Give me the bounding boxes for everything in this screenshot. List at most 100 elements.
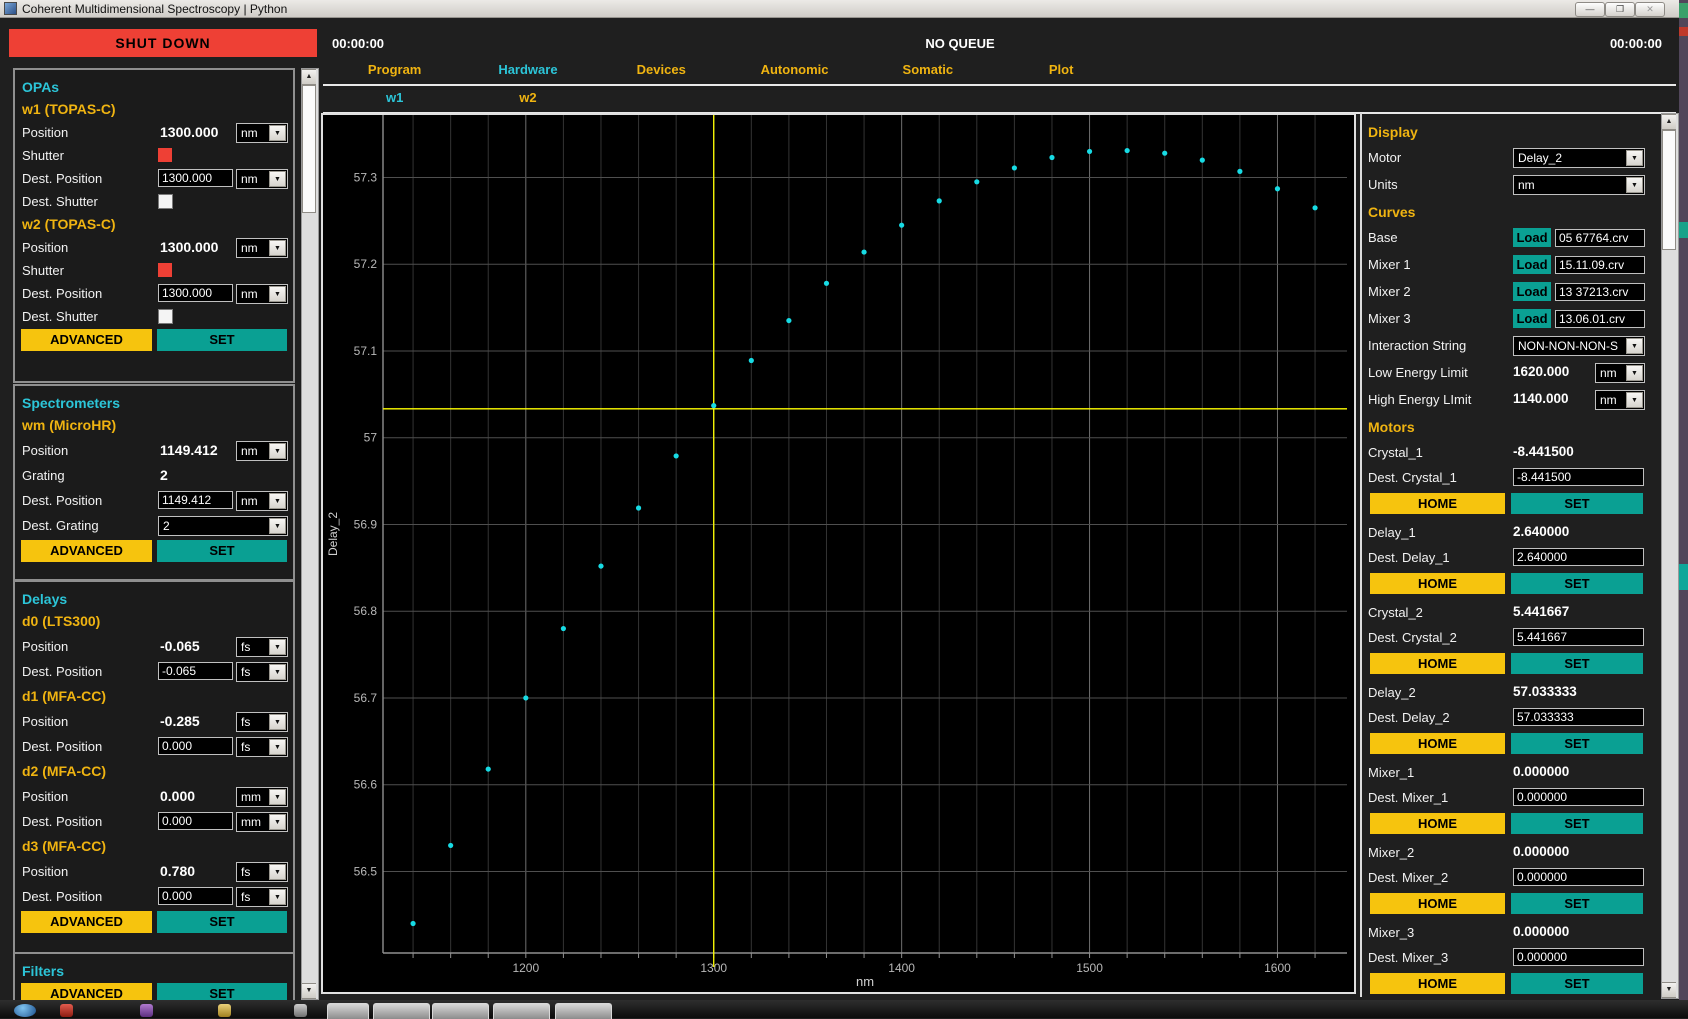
- right-scrollbar-thumb[interactable]: [1662, 130, 1676, 250]
- dest-mixer-2-input[interactable]: [1513, 868, 1644, 886]
- shut-down-button[interactable]: SHUT DOWN: [9, 29, 317, 57]
- unit-select[interactable]: mm▼: [236, 787, 288, 807]
- set-button[interactable]: SET: [1511, 733, 1643, 754]
- units-select[interactable]: nm▼: [1513, 175, 1645, 195]
- set-button[interactable]: SET: [1511, 653, 1643, 674]
- home-button[interactable]: HOME: [1370, 653, 1505, 674]
- unit-select[interactable]: fs▼: [236, 737, 288, 757]
- taskbar-button[interactable]: [373, 1003, 430, 1019]
- set-button[interactable]: SET: [1511, 893, 1643, 914]
- base-file-input[interactable]: [1555, 229, 1645, 247]
- home-button[interactable]: HOME: [1370, 733, 1505, 754]
- chevron-down-icon[interactable]: ▼: [269, 714, 286, 730]
- set-button[interactable]: SET: [157, 540, 287, 562]
- tab-plot[interactable]: Plot: [994, 62, 1127, 82]
- unit-select[interactable]: fs▼: [236, 637, 288, 657]
- chevron-down-icon[interactable]: ▼: [269, 443, 286, 459]
- mixer-1-file-input[interactable]: [1555, 256, 1645, 274]
- load-button[interactable]: Load: [1513, 255, 1551, 274]
- dest-shutter-checkbox[interactable]: [158, 194, 173, 209]
- set-button[interactable]: SET: [157, 911, 287, 933]
- tab-somatic[interactable]: Somatic: [861, 62, 994, 82]
- dest-position-input[interactable]: [158, 284, 233, 302]
- unit-select[interactable]: nm▼: [236, 238, 288, 258]
- taskbar-app-icon[interactable]: [60, 1004, 73, 1017]
- unit-select[interactable]: nm▼: [236, 441, 288, 461]
- dest-position-input[interactable]: [158, 169, 233, 187]
- unit-select[interactable]: mm▼: [236, 812, 288, 832]
- scroll-up-icon[interactable]: ▲: [1662, 114, 1676, 130]
- scroll-up-icon[interactable]: ▲: [302, 69, 316, 85]
- set-button[interactable]: SET: [1511, 493, 1643, 514]
- scroll-down-icon[interactable]: ▼: [1662, 982, 1676, 998]
- home-button[interactable]: HOME: [1370, 493, 1505, 514]
- tab-devices[interactable]: Devices: [595, 62, 728, 82]
- restore-button[interactable]: ❐: [1605, 2, 1635, 17]
- chevron-down-icon[interactable]: ▼: [269, 889, 286, 905]
- chevron-down-icon[interactable]: ▼: [1626, 150, 1643, 166]
- taskbar-button[interactable]: [327, 1003, 369, 1019]
- taskbar[interactable]: [0, 1000, 1688, 1018]
- unit-select[interactable]: nm▼: [1595, 363, 1645, 383]
- set-button[interactable]: SET: [1511, 973, 1643, 994]
- set-button[interactable]: SET: [1511, 813, 1643, 834]
- start-orb-icon[interactable]: [14, 1004, 36, 1017]
- tab-hardware[interactable]: Hardware: [461, 62, 594, 82]
- dest-crystal-2-input[interactable]: [1513, 628, 1644, 646]
- dest-mixer-3-input[interactable]: [1513, 948, 1644, 966]
- dest-mixer-1-input[interactable]: [1513, 788, 1644, 806]
- chevron-down-icon[interactable]: ▼: [269, 664, 286, 680]
- advanced-button[interactable]: ADVANCED: [21, 329, 152, 351]
- dest-position-input[interactable]: [158, 737, 233, 755]
- unit-select[interactable]: fs▼: [236, 712, 288, 732]
- advanced-button[interactable]: ADVANCED: [21, 540, 152, 562]
- dest-delay-2-input[interactable]: [1513, 708, 1644, 726]
- motor-select[interactable]: Delay_2▼: [1513, 148, 1645, 168]
- chevron-down-icon[interactable]: ▼: [1626, 338, 1643, 354]
- chevron-down-icon[interactable]: ▼: [269, 814, 286, 830]
- chevron-down-icon[interactable]: ▼: [269, 518, 286, 534]
- dest-position-input[interactable]: [158, 812, 233, 830]
- load-button[interactable]: Load: [1513, 282, 1551, 301]
- set-button[interactable]: SET: [157, 329, 287, 351]
- dest-position-input[interactable]: [158, 887, 233, 905]
- dest-shutter-checkbox[interactable]: [158, 309, 173, 324]
- chevron-down-icon[interactable]: ▼: [269, 286, 286, 302]
- subtab-w2[interactable]: w2: [461, 90, 594, 110]
- mixer-3-file-input[interactable]: [1555, 310, 1645, 328]
- left-scrollbar-thumb[interactable]: [302, 85, 316, 213]
- chevron-down-icon[interactable]: ▼: [269, 125, 286, 141]
- dest-position-input[interactable]: [158, 662, 233, 680]
- chevron-down-icon[interactable]: ▼: [269, 240, 286, 256]
- unit-select[interactable]: nm▼: [236, 123, 288, 143]
- dest-delay-1-input[interactable]: [1513, 548, 1644, 566]
- chevron-down-icon[interactable]: ▼: [269, 639, 286, 655]
- dest-grating-select[interactable]: 2▼: [158, 516, 288, 536]
- dest-position-input[interactable]: [158, 491, 233, 509]
- load-button[interactable]: Load: [1513, 228, 1551, 247]
- interaction-string-select[interactable]: NON-NON-NON-S▼: [1513, 336, 1645, 356]
- dest-crystal-1-input[interactable]: [1513, 468, 1644, 486]
- chevron-down-icon[interactable]: ▼: [269, 493, 286, 509]
- taskbar-button[interactable]: [493, 1003, 550, 1019]
- advanced-button[interactable]: ADVANCED: [21, 911, 152, 933]
- chevron-down-icon[interactable]: ▼: [269, 171, 286, 187]
- chevron-down-icon[interactable]: ▼: [1626, 392, 1643, 408]
- close-button[interactable]: ✕: [1635, 2, 1665, 17]
- unit-select[interactable]: fs▼: [236, 887, 288, 907]
- minimize-button[interactable]: —: [1575, 2, 1605, 17]
- taskbar-app-icon[interactable]: [218, 1004, 231, 1017]
- unit-select[interactable]: fs▼: [236, 662, 288, 682]
- taskbar-app-icon[interactable]: [294, 1004, 307, 1017]
- home-button[interactable]: HOME: [1370, 893, 1505, 914]
- tab-program[interactable]: Program: [328, 62, 461, 82]
- home-button[interactable]: HOME: [1370, 573, 1505, 594]
- chevron-down-icon[interactable]: ▼: [269, 864, 286, 880]
- left-scrollbar[interactable]: ▲ ▼: [301, 68, 319, 1000]
- load-button[interactable]: Load: [1513, 309, 1551, 328]
- tab-autonomic[interactable]: Autonomic: [728, 62, 861, 82]
- taskbar-button[interactable]: [555, 1003, 612, 1019]
- home-button[interactable]: HOME: [1370, 813, 1505, 834]
- taskbar-button[interactable]: [432, 1003, 489, 1019]
- unit-select[interactable]: nm▼: [236, 169, 288, 189]
